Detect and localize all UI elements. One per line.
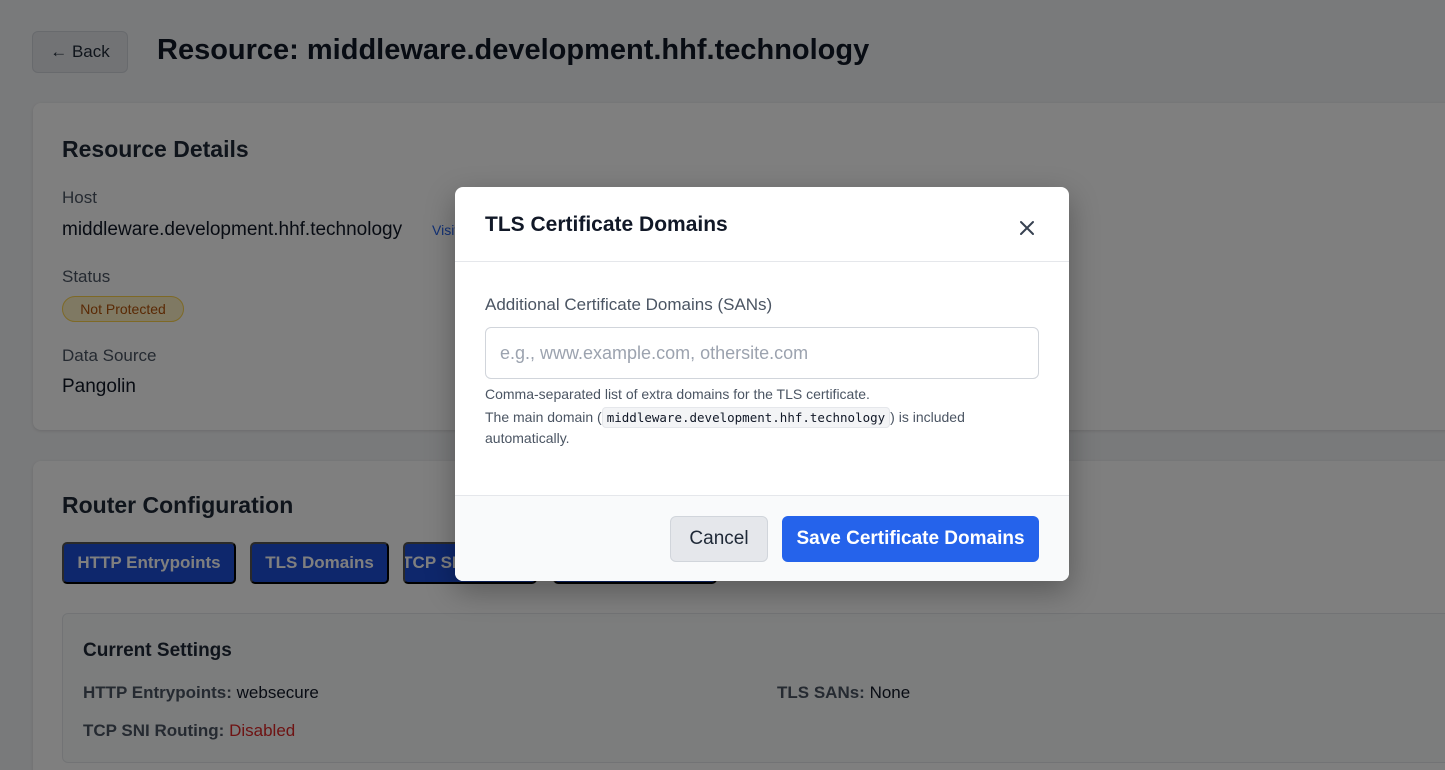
- modal-header: TLS Certificate Domains: [455, 187, 1069, 262]
- help-text-suffix: ) is included: [890, 409, 965, 425]
- help-text-line-2: The main domain (middleware.development.…: [485, 407, 965, 428]
- san-domains-label: Additional Certificate Domains (SANs): [485, 295, 773, 314]
- help-text-line-1: Comma-separated list of extra domains fo…: [485, 386, 870, 402]
- tls-domains-modal: TLS Certificate Domains Additional Certi…: [455, 187, 1069, 581]
- close-button[interactable]: [1013, 215, 1041, 243]
- main-domain-code: middleware.development.hhf.technology: [601, 407, 891, 428]
- modal-title: TLS Certificate Domains: [485, 213, 728, 236]
- save-certificate-domains-button[interactable]: Save Certificate Domains: [782, 516, 1039, 562]
- help-text-line-3: automatically.: [485, 430, 570, 446]
- modal-footer: Cancel Save Certificate Domains: [455, 495, 1069, 581]
- close-icon: [1018, 219, 1036, 240]
- help-text-prefix: The main domain (: [485, 409, 602, 425]
- san-domains-input[interactable]: [485, 327, 1039, 379]
- cancel-button[interactable]: Cancel: [670, 516, 768, 562]
